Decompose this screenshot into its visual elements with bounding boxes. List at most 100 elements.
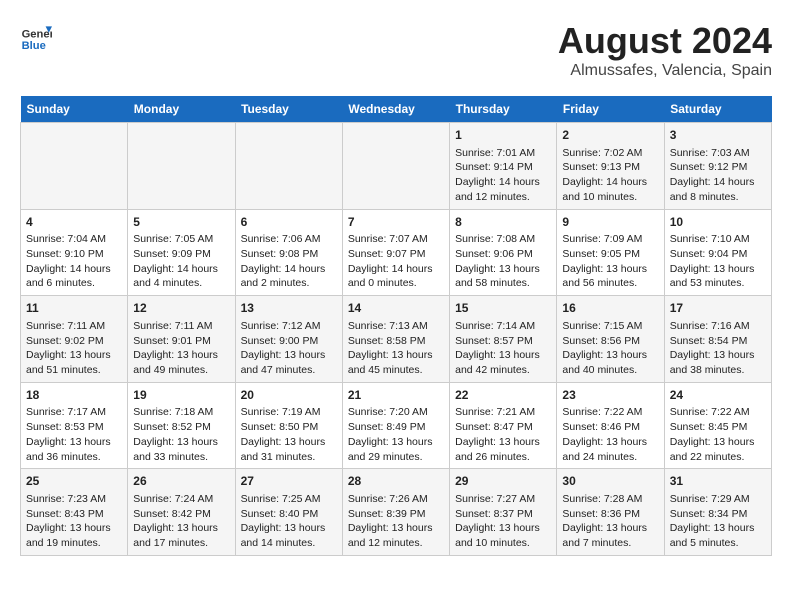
- day-number: 17: [670, 300, 766, 317]
- calendar-cell: 19Sunrise: 7:18 AM Sunset: 8:52 PM Dayli…: [128, 382, 235, 469]
- header-tuesday: Tuesday: [235, 96, 342, 123]
- calendar-week-2: 4Sunrise: 7:04 AM Sunset: 9:10 PM Daylig…: [21, 209, 772, 296]
- calendar-week-5: 25Sunrise: 7:23 AM Sunset: 8:43 PM Dayli…: [21, 469, 772, 556]
- day-number: 21: [348, 387, 444, 404]
- calendar-cell: [342, 123, 449, 210]
- day-number: 8: [455, 214, 551, 231]
- calendar-cell: 4Sunrise: 7:04 AM Sunset: 9:10 PM Daylig…: [21, 209, 128, 296]
- svg-text:General: General: [22, 29, 52, 41]
- day-info: Sunrise: 7:08 AM Sunset: 9:06 PM Dayligh…: [455, 232, 551, 291]
- day-info: Sunrise: 7:26 AM Sunset: 8:39 PM Dayligh…: [348, 492, 444, 551]
- day-info: Sunrise: 7:11 AM Sunset: 9:02 PM Dayligh…: [26, 319, 122, 378]
- day-number: 19: [133, 387, 229, 404]
- day-info: Sunrise: 7:13 AM Sunset: 8:58 PM Dayligh…: [348, 319, 444, 378]
- logo-icon: General Blue: [20, 20, 52, 52]
- calendar-cell: 20Sunrise: 7:19 AM Sunset: 8:50 PM Dayli…: [235, 382, 342, 469]
- day-info: Sunrise: 7:21 AM Sunset: 8:47 PM Dayligh…: [455, 405, 551, 464]
- calendar-header-row: SundayMondayTuesdayWednesdayThursdayFrid…: [21, 96, 772, 123]
- day-info: Sunrise: 7:01 AM Sunset: 9:14 PM Dayligh…: [455, 146, 551, 205]
- day-number: 25: [26, 473, 122, 490]
- calendar-cell: 29 Sunrise: 7:27 AM Sunset: 8:37 PM Dayli…: [450, 469, 557, 556]
- day-number: 10: [670, 214, 766, 231]
- header-friday: Friday: [557, 96, 664, 123]
- day-number: 24: [670, 387, 766, 404]
- calendar-cell: 14 Sunrise: 7:13 AM Sunset: 8:58 PM Dayli…: [342, 296, 449, 383]
- day-number: 7: [348, 214, 444, 231]
- title-block: August 2024 Almussafes, Valencia, Spain: [558, 20, 772, 80]
- calendar-table: SundayMondayTuesdayWednesdayThursdayFrid…: [20, 96, 772, 556]
- day-number: 5: [133, 214, 229, 231]
- day-info: Sunrise: 7:03 AM Sunset: 9:12 PM Dayligh…: [670, 146, 766, 205]
- day-number: 28: [348, 473, 444, 490]
- day-info: Sunrise: 7:25 AM Sunset: 8:40 PM Dayligh…: [241, 492, 337, 551]
- calendar-cell: 12 Sunrise: 7:11 AM Sunset: 9:01 PM Dayli…: [128, 296, 235, 383]
- day-info: Sunrise: 7:10 AM Sunset: 9:04 PM Dayligh…: [670, 232, 766, 291]
- day-info: Sunrise: 7:28 AM Sunset: 8:36 PM Dayligh…: [562, 492, 658, 551]
- day-info: Sunrise: 7:22 AM Sunset: 8:45 PM Dayligh…: [670, 405, 766, 464]
- day-info: Sunrise: 7:29 AM Sunset: 8:34 PM Dayligh…: [670, 492, 766, 551]
- day-info: Sunrise: 7:24 AM Sunset: 8:42 PM Dayligh…: [133, 492, 229, 551]
- day-number: 15: [455, 300, 551, 317]
- day-info: Sunrise: 7:20 AM Sunset: 8:49 PM Dayligh…: [348, 405, 444, 464]
- day-info: Sunrise: 7:18 AM Sunset: 8:52 PM Dayligh…: [133, 405, 229, 464]
- day-number: 16: [562, 300, 658, 317]
- header-saturday: Saturday: [664, 96, 771, 123]
- day-number: 11: [26, 300, 122, 317]
- day-info: Sunrise: 7:04 AM Sunset: 9:10 PM Dayligh…: [26, 232, 122, 291]
- calendar-week-3: 11 Sunrise: 7:11 AM Sunset: 9:02 PM Dayli…: [21, 296, 772, 383]
- calendar-cell: 16 Sunrise: 7:15 AM Sunset: 8:56 PM Dayli…: [557, 296, 664, 383]
- calendar-cell: 17 Sunrise: 7:16 AM Sunset: 8:54 PM Dayli…: [664, 296, 771, 383]
- header-wednesday: Wednesday: [342, 96, 449, 123]
- day-number: 3: [670, 127, 766, 144]
- day-info: Sunrise: 7:22 AM Sunset: 8:46 PM Dayligh…: [562, 405, 658, 464]
- day-info: Sunrise: 7:11 AM Sunset: 9:01 PM Dayligh…: [133, 319, 229, 378]
- calendar-cell: 23Sunrise: 7:22 AM Sunset: 8:46 PM Dayli…: [557, 382, 664, 469]
- day-number: 13: [241, 300, 337, 317]
- day-number: 1: [455, 127, 551, 144]
- calendar-cell: 26 Sunrise: 7:24 AM Sunset: 8:42 PM Dayli…: [128, 469, 235, 556]
- calendar-cell: 7Sunrise: 7:07 AM Sunset: 9:07 PM Daylig…: [342, 209, 449, 296]
- calendar-cell: 27 Sunrise: 7:25 AM Sunset: 8:40 PM Dayli…: [235, 469, 342, 556]
- calendar-cell: 8Sunrise: 7:08 AM Sunset: 9:06 PM Daylig…: [450, 209, 557, 296]
- day-number: 12: [133, 300, 229, 317]
- calendar-cell: 1 Sunrise: 7:01 AM Sunset: 9:14 PM Daylig…: [450, 123, 557, 210]
- header-thursday: Thursday: [450, 96, 557, 123]
- calendar-cell: 6Sunrise: 7:06 AM Sunset: 9:08 PM Daylig…: [235, 209, 342, 296]
- day-info: Sunrise: 7:16 AM Sunset: 8:54 PM Dayligh…: [670, 319, 766, 378]
- day-info: Sunrise: 7:15 AM Sunset: 8:56 PM Dayligh…: [562, 319, 658, 378]
- day-info: Sunrise: 7:02 AM Sunset: 9:13 PM Dayligh…: [562, 146, 658, 205]
- calendar-cell: 15 Sunrise: 7:14 AM Sunset: 8:57 PM Dayli…: [450, 296, 557, 383]
- calendar-cell: 30 Sunrise: 7:28 AM Sunset: 8:36 PM Dayli…: [557, 469, 664, 556]
- calendar-cell: 24Sunrise: 7:22 AM Sunset: 8:45 PM Dayli…: [664, 382, 771, 469]
- day-info: Sunrise: 7:06 AM Sunset: 9:08 PM Dayligh…: [241, 232, 337, 291]
- subtitle: Almussafes, Valencia, Spain: [558, 62, 772, 80]
- day-info: Sunrise: 7:27 AM Sunset: 8:37 PM Dayligh…: [455, 492, 551, 551]
- day-number: 30: [562, 473, 658, 490]
- day-number: 29: [455, 473, 551, 490]
- calendar-cell: 11 Sunrise: 7:11 AM Sunset: 9:02 PM Dayli…: [21, 296, 128, 383]
- day-info: Sunrise: 7:17 AM Sunset: 8:53 PM Dayligh…: [26, 405, 122, 464]
- day-info: Sunrise: 7:09 AM Sunset: 9:05 PM Dayligh…: [562, 232, 658, 291]
- calendar-cell: 25Sunrise: 7:23 AM Sunset: 8:43 PM Dayli…: [21, 469, 128, 556]
- day-number: 18: [26, 387, 122, 404]
- day-info: Sunrise: 7:07 AM Sunset: 9:07 PM Dayligh…: [348, 232, 444, 291]
- calendar-cell: [235, 123, 342, 210]
- day-number: 4: [26, 214, 122, 231]
- main-title: August 2024: [558, 20, 772, 62]
- day-number: 14: [348, 300, 444, 317]
- day-info: Sunrise: 7:14 AM Sunset: 8:57 PM Dayligh…: [455, 319, 551, 378]
- header-monday: Monday: [128, 96, 235, 123]
- calendar-cell: 10Sunrise: 7:10 AM Sunset: 9:04 PM Dayli…: [664, 209, 771, 296]
- calendar-cell: 9Sunrise: 7:09 AM Sunset: 9:05 PM Daylig…: [557, 209, 664, 296]
- day-number: 31: [670, 473, 766, 490]
- day-info: Sunrise: 7:12 AM Sunset: 9:00 PM Dayligh…: [241, 319, 337, 378]
- header-sunday: Sunday: [21, 96, 128, 123]
- day-number: 9: [562, 214, 658, 231]
- calendar-cell: 13 Sunrise: 7:12 AM Sunset: 9:00 PM Dayli…: [235, 296, 342, 383]
- svg-text:Blue: Blue: [22, 40, 46, 52]
- day-number: 27: [241, 473, 337, 490]
- day-number: 26: [133, 473, 229, 490]
- day-number: 22: [455, 387, 551, 404]
- day-number: 6: [241, 214, 337, 231]
- day-number: 2: [562, 127, 658, 144]
